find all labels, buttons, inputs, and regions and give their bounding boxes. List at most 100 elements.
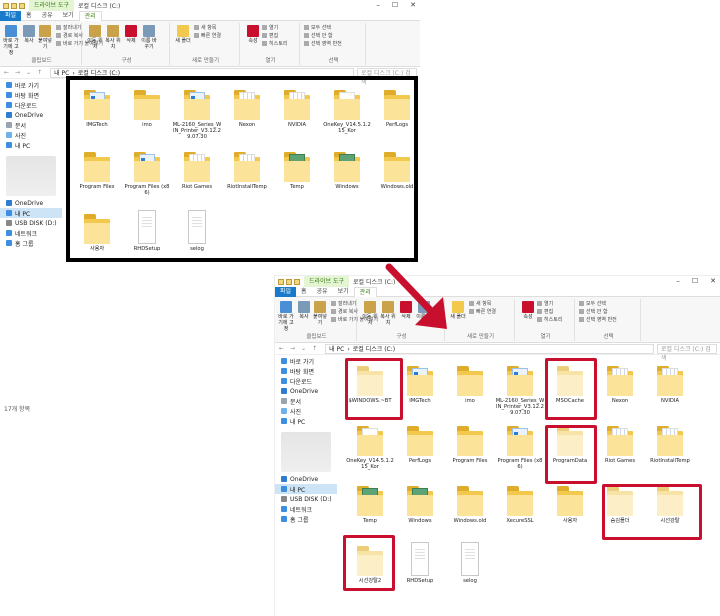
file-item[interactable]: Windows — [395, 482, 445, 542]
ribbon-tab[interactable]: 홈 — [21, 11, 37, 21]
file-item[interactable]: imo — [445, 362, 495, 422]
paste-button[interactable]: 붙여넣기 — [311, 301, 329, 326]
ribbon-tab[interactable]: 파일 — [0, 10, 22, 21]
quick-access-icon[interactable] — [286, 278, 292, 285]
sidebar-item[interactable]: OneDrive — [275, 386, 337, 396]
ribbon-tab[interactable]: 관리 — [353, 286, 377, 297]
ribbon-tab[interactable]: 홈 — [296, 287, 312, 297]
file-item[interactable]: 사용자 — [545, 482, 595, 542]
back-icon[interactable]: ← — [4, 69, 9, 76]
up-icon[interactable]: ↑ — [37, 69, 42, 76]
sidebar-item[interactable]: 사진 — [0, 130, 62, 140]
rename-button[interactable]: 이름 바꾸기 — [140, 25, 158, 50]
sidebar-item[interactable]: 문서 — [0, 120, 62, 130]
new-item-button[interactable]: 새 항목 — [194, 25, 216, 31]
new-folder-button[interactable]: 새 폴더 — [174, 25, 192, 44]
breadcrumb[interactable]: 내 PC › 로컬 디스크 (C:) — [325, 343, 654, 354]
new-item-button[interactable]: 새 항목 — [469, 301, 491, 307]
context-tab-drive-tools[interactable]: 드라이브 도구 — [29, 0, 75, 11]
cut-button[interactable]: 잘라내기 — [56, 25, 81, 31]
edit-button[interactable]: 편집 — [537, 309, 553, 315]
recent-icon[interactable]: ⌄ — [26, 69, 31, 76]
quick-access-icon[interactable] — [3, 2, 9, 9]
file-item[interactable]: Riot Games — [595, 422, 645, 482]
history-button[interactable]: 히스토리 — [262, 41, 287, 47]
ribbon-tab[interactable]: 파일 — [275, 286, 297, 297]
sidebar-item[interactable]: 홈 그룹 — [0, 238, 62, 248]
sidebar-item[interactable]: 다운로드 — [0, 100, 62, 110]
copy-path-button[interactable]: 경로 복사 — [56, 33, 83, 39]
properties-button[interactable]: 속성 — [519, 301, 537, 320]
file-item[interactable]: RiotInstallTemp — [645, 422, 695, 482]
ribbon-tab[interactable]: 보기 — [58, 11, 79, 21]
file-item[interactable]: Windows.old — [445, 482, 495, 542]
maximize-icon[interactable]: ☐ — [692, 276, 698, 287]
up-icon[interactable]: ↑ — [312, 345, 317, 352]
file-item[interactable]: NVIDIA — [645, 362, 695, 422]
sidebar-item[interactable]: 바로 가기 — [275, 356, 337, 366]
ribbon-tab[interactable]: 보기 — [333, 287, 354, 297]
file-item[interactable]: Nexon — [595, 362, 645, 422]
forward-icon[interactable]: → — [15, 69, 20, 76]
history-button[interactable]: 히스토리 — [537, 317, 562, 323]
quick-access-icon[interactable] — [11, 2, 17, 9]
sidebar-item[interactable]: 문서 — [275, 396, 337, 406]
sidebar-item[interactable]: 다운로드 — [275, 376, 337, 386]
file-item[interactable]: OneKey_V14.5.1.215_Kor — [345, 422, 395, 482]
sidebar-item[interactable]: 내 PC — [275, 416, 337, 426]
file-item[interactable]: Program Files (x86) — [495, 422, 545, 482]
select-none-button[interactable]: 선택 안 함 — [579, 309, 608, 315]
easy-access-button[interactable]: 빠른 연결 — [469, 309, 496, 315]
close-icon[interactable]: ✕ — [410, 0, 416, 11]
ribbon-tab[interactable]: 관리 — [78, 10, 102, 21]
open-button[interactable]: 열기 — [262, 25, 278, 31]
file-item[interactable]: Program Files — [445, 422, 495, 482]
delete-button[interactable]: 삭제 — [122, 25, 140, 44]
copy-to-button[interactable]: 복사 위치 — [104, 25, 122, 50]
sidebar-item[interactable]: 네트워크 — [0, 228, 62, 238]
ribbon-tab[interactable]: 공유 — [312, 287, 333, 297]
recent-icon[interactable]: ⌄ — [301, 345, 306, 352]
forward-icon[interactable]: → — [290, 345, 295, 352]
breadcrumb-drive[interactable]: 로컬 디스크 (C:) — [353, 345, 395, 353]
sidebar-item[interactable]: 내 PC — [0, 208, 62, 218]
context-tab-drive-tools[interactable]: 드라이브 도구 — [304, 276, 350, 287]
file-item[interactable]: selog — [445, 542, 495, 602]
select-all-button[interactable]: 모두 선택 — [304, 25, 331, 31]
back-icon[interactable]: ← — [279, 345, 284, 352]
select-none-button[interactable]: 선택 안 함 — [304, 33, 333, 39]
paste-shortcut-button[interactable]: 바로 가기 붙여넣기 — [56, 41, 103, 47]
sidebar-item[interactable]: 내 PC — [0, 140, 62, 150]
sidebar-item[interactable]: USB DISK (D:) — [275, 494, 337, 504]
invert-selection-button[interactable]: 선택 영역 반전 — [579, 317, 617, 323]
search-input[interactable]: 로컬 디스크 (C:) 검색 — [657, 343, 717, 362]
minimize-icon[interactable]: – — [376, 0, 380, 11]
sidebar-item[interactable]: 홈 그룹 — [275, 514, 337, 524]
file-item[interactable]: XecureSSL — [495, 482, 545, 542]
sidebar-item[interactable]: 내 PC — [275, 484, 337, 494]
file-item[interactable]: RHDSetup — [395, 542, 445, 602]
copy-path-button[interactable]: 경로 복사 — [331, 309, 358, 315]
sidebar-item[interactable]: OneDrive — [0, 198, 62, 208]
edit-button[interactable]: 편집 — [262, 33, 278, 39]
close-icon[interactable]: ✕ — [710, 276, 716, 287]
pin-button[interactable]: 바로 가기에 고정 — [2, 25, 20, 56]
file-item[interactable]: Temp — [345, 482, 395, 542]
file-item[interactable]: PerfLogs — [395, 422, 445, 482]
open-button[interactable]: 열기 — [537, 301, 553, 307]
select-all-button[interactable]: 모두 선택 — [579, 301, 606, 307]
sidebar-item[interactable]: USB DISK (D:) — [0, 218, 62, 228]
paste-button[interactable]: 붙여넣기 — [36, 25, 54, 50]
sidebar-item[interactable]: OneDrive — [0, 110, 62, 120]
file-item[interactable]: ML-2160_Series_WIN_Printer_V3.12.29.07.3… — [495, 362, 545, 422]
quick-access-icon[interactable] — [294, 278, 300, 285]
ribbon-tab[interactable]: 공유 — [37, 11, 58, 21]
paste-shortcut-button[interactable]: 바로 가기 붙여넣기 — [331, 317, 378, 323]
pin-button[interactable]: 바로 가기에 고정 — [277, 301, 295, 332]
cut-button[interactable]: 잘라내기 — [331, 301, 356, 307]
quick-access-icon[interactable] — [19, 2, 25, 9]
minimize-icon[interactable]: – — [676, 276, 680, 287]
sidebar-item[interactable]: 네트워크 — [275, 504, 337, 514]
sidebar-item[interactable]: OneDrive — [275, 474, 337, 484]
sidebar-item[interactable]: 바로 가기 — [0, 80, 62, 90]
